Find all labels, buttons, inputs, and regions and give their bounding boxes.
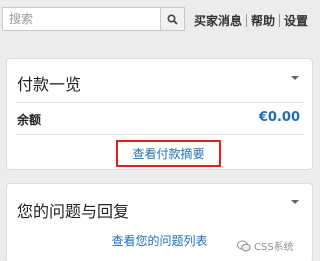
search-button[interactable] — [160, 8, 184, 30]
search-box — [2, 7, 185, 31]
settings-link[interactable]: 设置 — [284, 12, 308, 29]
watermark: CSS系统 — [237, 238, 294, 253]
divider — [15, 134, 304, 135]
collapse-caret-icon[interactable] — [291, 200, 299, 204]
watermark-text: CSS系统 — [254, 242, 294, 253]
balance-value: €0.00 — [258, 110, 300, 125]
search-icon — [167, 13, 178, 25]
payment-overview-card: 付款一览 余额 €0.00 查看付款摘要 — [6, 58, 313, 170]
collapse-caret-icon[interactable] — [291, 76, 299, 80]
nav-separator — [279, 14, 281, 27]
nav-separator — [246, 14, 248, 27]
questions-title: 您的问题与回复 — [17, 202, 130, 221]
help-link[interactable]: 帮助 — [251, 12, 275, 29]
top-nav-links: 买家消息 帮助 设置 — [194, 12, 308, 29]
highlight-box: 查看付款摘要 — [116, 140, 221, 167]
search-input[interactable] — [3, 8, 160, 30]
buyer-messages-link[interactable]: 买家消息 — [194, 12, 242, 29]
wechat-icon — [237, 240, 251, 251]
divider — [15, 102, 304, 103]
view-payment-summary-link[interactable]: 查看付款摘要 — [132, 145, 204, 162]
payment-overview-title: 付款一览 — [17, 75, 82, 94]
balance-label: 余额 — [17, 113, 42, 127]
